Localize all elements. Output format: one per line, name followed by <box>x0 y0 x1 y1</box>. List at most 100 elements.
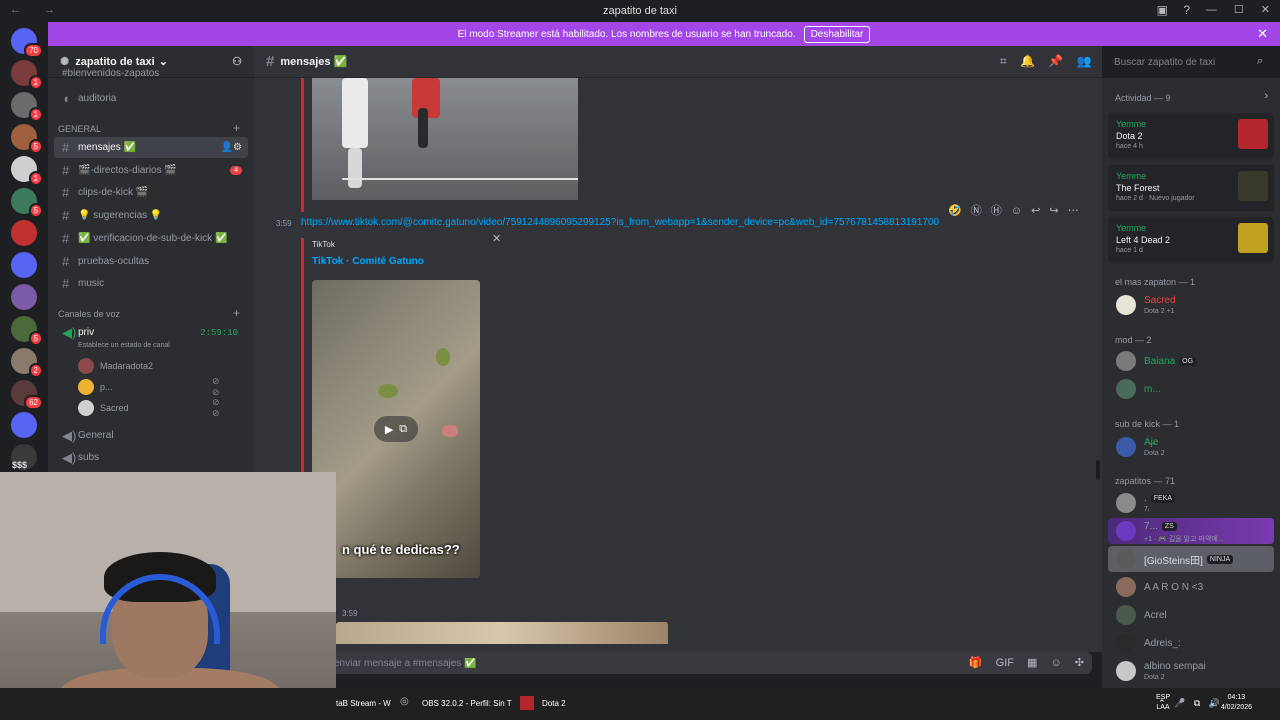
channel-item[interactable]: # music <box>54 273 248 294</box>
streamer-mode-banner: El modo Streamer está habilitado. Los no… <box>48 22 1280 46</box>
server-icon[interactable] <box>11 220 37 246</box>
server-icon[interactable]: 62 <box>11 380 43 410</box>
voice-channel-general[interactable]: ◀) General <box>54 425 248 446</box>
invite-icon[interactable]: ⚇ <box>232 55 242 68</box>
category-mod: mod — 2 <box>1115 335 1152 345</box>
disable-streamer-button[interactable]: Deshabilitar <box>803 25 871 43</box>
member-item[interactable]: A A R O N <3 <box>1108 574 1274 600</box>
taskbar: taB Stream - W ◎ OBS 32.0.2 - Perfil: Si… <box>0 688 1280 720</box>
server-icon[interactable]: 1 <box>11 60 43 90</box>
search-input[interactable] <box>1106 51 1274 73</box>
member-item[interactable]: . FEKA 7ᵢ <box>1108 490 1274 516</box>
server-icon[interactable]: 1 <box>11 92 43 122</box>
nav-arrows[interactable]: ← → <box>10 4 65 16</box>
unread-badge: 62 <box>24 395 43 410</box>
avatar <box>1116 351 1136 371</box>
channel-auditoria[interactable]: ◖ auditoria <box>54 88 248 109</box>
member-item[interactable]: 7... ZS +1 · 🎮 길을 잃고 마약에... <box>1108 518 1274 544</box>
member-item[interactable]: Acrel <box>1108 602 1274 628</box>
taskbar-item[interactable]: Dota 2 <box>542 699 566 708</box>
system-clock[interactable]: 04:13 4/02/2026 <box>1221 693 1252 713</box>
channel-item[interactable]: # mensajes ✅ 👤⚙ <box>54 137 248 158</box>
unread-badge: 5 <box>28 139 43 154</box>
header-toolbar[interactable]: ⌗ 🔔 📌 👥 <box>1000 54 1092 69</box>
channel-item[interactable]: # ✅ verificacion-de-sub-de-kick ✅ <box>54 228 248 249</box>
server-icon[interactable]: 2 <box>11 348 43 378</box>
message-link[interactable]: https://www.tiktok.com/@comite.gatuno/vi… <box>301 217 939 228</box>
channel-partial[interactable]: #bienvenidos-zapatos <box>54 68 248 78</box>
message-input[interactable] <box>334 657 934 669</box>
add-channel-icon[interactable]: + <box>233 121 240 135</box>
channel-label: mensajes ✅ <box>78 142 137 153</box>
server-icon[interactable] <box>11 412 37 438</box>
member-item[interactable]: [GioSteins田] NINJA <box>1108 546 1274 572</box>
dota-icon <box>520 696 534 710</box>
activity-card[interactable]: Yemme Left 4 Dead 2 hace 1 d <box>1108 217 1274 263</box>
server-icon[interactable]: 5 <box>11 124 43 154</box>
server-icon[interactable]: 5 <box>11 316 43 346</box>
voice-user[interactable]: Sacred ⊘ ⊘ <box>78 397 220 418</box>
voice-user[interactable]: Madaradota2 <box>78 358 153 374</box>
tiktok-video[interactable]: ▶ ⧉ n qué te dedicas?? <box>312 280 480 578</box>
avatar <box>1116 379 1136 399</box>
activity-header: Actividad — 9 <box>1115 93 1171 103</box>
channel-settings-icon[interactable]: 👤⚙ <box>221 142 242 153</box>
close-icon[interactable]: ✕ <box>492 232 501 245</box>
voice-status[interactable]: Establece un estado de canal <box>78 342 170 349</box>
activity-card[interactable]: Yemme The Forest hace 2 d · Nuevo jugador <box>1108 165 1274 211</box>
voice-channel-priv[interactable]: ◀) priv 2:59:10 <box>54 322 248 343</box>
close-icon[interactable]: ✕ <box>1257 26 1268 42</box>
member-item[interactable]: albino sempai Dota 2 <box>1108 658 1274 684</box>
category-voice[interactable]: Canales de voz <box>58 309 120 319</box>
member-name: Adreis_: <box>1144 637 1181 649</box>
member-item[interactable]: Adreis_: <box>1108 630 1274 656</box>
channel-item[interactable]: # 🎬-directos-diarios 🎬 4 <box>54 160 248 181</box>
server-icon[interactable]: 70 <box>11 28 43 58</box>
unread-badge: 1 <box>28 75 43 90</box>
channel-item[interactable]: # clips-de-kick 🎬 <box>54 182 248 203</box>
system-tray[interactable]: ⌃ 🎤 ⧉ 🔊 <box>1158 698 1220 709</box>
unread-badge: 5 <box>28 203 43 218</box>
server-label[interactable]: $$$ <box>12 460 27 470</box>
add-voice-icon[interactable]: + <box>233 306 240 320</box>
window-title: zapatito de taxi <box>603 5 677 17</box>
avatar <box>1116 633 1136 653</box>
chevron-right-icon[interactable]: › <box>1264 90 1268 102</box>
hash-icon: # <box>62 253 70 269</box>
composer-tools[interactable]: 🎁 GIF ▦ ☺ ✣ <box>969 656 1084 669</box>
court-line <box>342 178 578 180</box>
voice-user[interactable]: p... ⊘ ⊘ <box>78 376 220 397</box>
channel-item[interactable]: # pruebas-ocultas <box>54 251 248 272</box>
server-icon[interactable]: 5 <box>11 188 43 218</box>
voice-channel-subs[interactable]: ◀) subs <box>54 447 248 468</box>
member-status: +1 · 🎮 길을 잃고 마약에... <box>1144 536 1224 543</box>
server-icon[interactable] <box>11 252 37 278</box>
avatar <box>1116 661 1136 681</box>
member-name: albino sempai <box>1144 660 1206 672</box>
message-actions[interactable]: 🤣 Ⓝ Ⓗ ☺ ↩ ↪ ⋯ <box>948 202 1082 222</box>
server-icon[interactable] <box>11 284 37 310</box>
title-icons[interactable]: ▣ ? <box>1157 3 1190 17</box>
server-icon[interactable]: 1 <box>11 156 43 186</box>
video-embed-preview[interactable] <box>312 78 578 200</box>
embed-title[interactable]: TikTok · Comité Gatuno <box>312 256 424 267</box>
activity-card[interactable]: Yemme Dota 2 hace 4 h <box>1108 113 1274 159</box>
member-item[interactable]: Áj̶e Dota 2 <box>1108 434 1274 460</box>
member-item[interactable]: m... <box>1108 376 1274 402</box>
member-item[interactable]: Baiana OG <box>1108 348 1274 374</box>
hash-icon: # <box>62 140 70 155</box>
unread-badge: 1 <box>28 107 43 122</box>
member-item[interactable]: Sacred Dota 2 +1 <box>1108 292 1274 318</box>
window-controls[interactable]: — ☐ ✕ <box>1206 3 1270 16</box>
category-general[interactable]: GENERAL <box>58 124 101 134</box>
member-tag: ZS <box>1161 521 1177 531</box>
channel-item[interactable]: # 💡 sugerencias 💡 <box>54 205 248 226</box>
avatar <box>1116 605 1136 625</box>
play-button[interactable]: ▶ ⧉ <box>374 416 418 442</box>
taskbar-item[interactable]: taB Stream - W <box>336 699 391 708</box>
scrollbar[interactable] <box>1096 460 1100 480</box>
message-timestamp: 3:59 <box>276 219 292 228</box>
taskbar-item[interactable]: OBS 32.0.2 - Perfil: Sin T <box>422 699 512 708</box>
video-embed-preview[interactable] <box>336 622 668 644</box>
activity-game: Dota 2 <box>1116 131 1143 141</box>
